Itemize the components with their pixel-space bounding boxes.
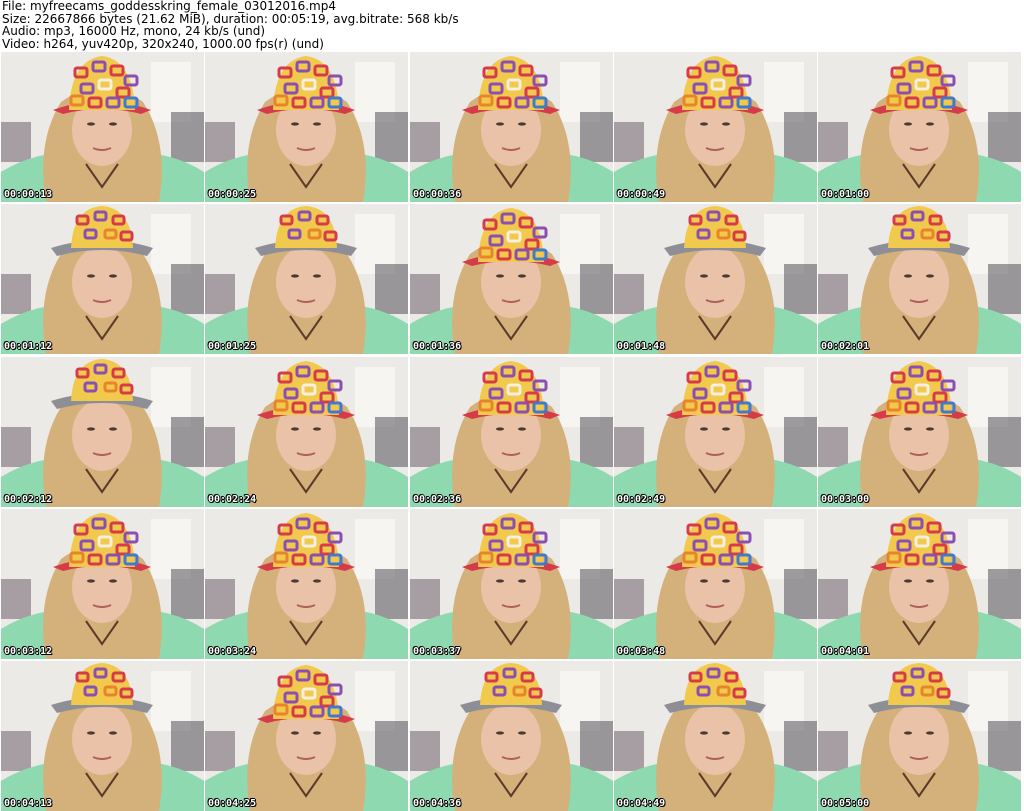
frame-image — [818, 661, 1021, 811]
thumbnail-timestamp: 00:01:25 — [208, 341, 257, 352]
thumbnail-timestamp: 00:03:37 — [413, 646, 462, 657]
frame-image — [818, 204, 1021, 354]
thumbnail-timestamp: 00:04:13 — [4, 798, 53, 809]
video-thumbnail: 00:02:12 — [1, 357, 204, 507]
thumbnail-grid: 00:00:13 00:00:25 00:00:36 00:00:49 00:01:00… — [0, 52, 1024, 811]
video-thumbnail: 00:04:49 — [614, 661, 817, 811]
video-thumbnail: 00:04:36 — [410, 661, 613, 811]
thumbnail-timestamp: 00:00:13 — [4, 189, 53, 200]
video-thumbnail: 00:04:01 — [818, 509, 1021, 659]
thumbnail-timestamp: 00:01:48 — [617, 341, 666, 352]
video-thumbnail: 00:02:49 — [614, 357, 817, 507]
frame-image — [410, 52, 613, 202]
video-thumbnail: 00:02:01 — [818, 204, 1021, 354]
info-header: File: myfreecams_goddesskring_female_030… — [0, 0, 1024, 52]
video-info: Video: h264, yuv420p, 320x240, 1000.00 f… — [2, 36, 324, 51]
thumbnail-timestamp: 00:02:49 — [617, 494, 666, 505]
file-info: File: myfreecams_goddesskring_female_030… — [2, 0, 337, 13]
frame-image — [205, 357, 408, 507]
frame-image — [410, 661, 613, 811]
video-thumbnail: 00:00:13 — [1, 52, 204, 202]
frame-image — [614, 52, 817, 202]
frame-image — [410, 509, 613, 659]
thumbnail-timestamp: 00:02:36 — [413, 494, 462, 505]
frame-image — [410, 357, 613, 507]
thumbnail-timestamp: 00:04:36 — [413, 798, 462, 809]
frame-image — [205, 52, 408, 202]
frame-image — [818, 52, 1021, 202]
frame-image — [818, 357, 1021, 507]
frame-image — [614, 357, 817, 507]
video-thumbnail: 00:01:00 — [818, 52, 1021, 202]
thumbnail-timestamp: 00:00:49 — [617, 189, 666, 200]
frame-image — [1, 661, 204, 811]
thumbnail-timestamp: 00:02:24 — [208, 494, 257, 505]
audio-info: Audio: mp3, 16000 Hz, mono, 24 kb/s (und… — [2, 24, 266, 39]
frame-image — [410, 204, 613, 354]
frame-image — [614, 661, 817, 811]
thumbnail-timestamp: 00:03:24 — [208, 646, 257, 657]
video-thumbnail: 00:05:00 — [818, 661, 1021, 811]
video-thumbnail: 00:00:25 — [205, 52, 408, 202]
video-thumbnail: 00:04:25 — [205, 661, 408, 811]
thumbnail-timestamp: 00:02:01 — [821, 341, 870, 352]
frame-image — [1, 509, 204, 659]
video-thumbnail: 00:02:24 — [205, 357, 408, 507]
video-thumbnail: 00:03:12 — [1, 509, 204, 659]
video-thumbnail: 00:01:48 — [614, 204, 817, 354]
video-thumbnail: 00:03:48 — [614, 509, 817, 659]
thumbnail-timestamp: 00:01:36 — [413, 341, 462, 352]
frame-image — [205, 661, 408, 811]
video-thumbnail: 00:01:12 — [1, 204, 204, 354]
video-thumbnail: 00:01:25 — [205, 204, 408, 354]
thumbnail-timestamp: 00:03:00 — [821, 494, 870, 505]
video-thumbnail: 00:00:49 — [614, 52, 817, 202]
thumbnail-timestamp: 00:04:49 — [617, 798, 666, 809]
video-thumbnail: 00:03:37 — [410, 509, 613, 659]
frame-image — [1, 357, 204, 507]
thumbnail-timestamp: 00:04:01 — [821, 646, 870, 657]
thumbnail-timestamp: 00:00:25 — [208, 189, 257, 200]
frame-image — [1, 52, 204, 202]
frame-image — [818, 509, 1021, 659]
video-thumbnail: 00:02:36 — [410, 357, 613, 507]
video-thumbnail: 00:01:36 — [410, 204, 613, 354]
thumbnail-timestamp: 00:01:12 — [4, 341, 53, 352]
frame-image — [614, 204, 817, 354]
video-thumbnail: 00:03:24 — [205, 509, 408, 659]
frame-image — [614, 509, 817, 659]
video-thumbnail: 00:00:36 — [410, 52, 613, 202]
video-thumbnail: 00:04:13 — [1, 661, 204, 811]
thumbnail-timestamp: 00:03:48 — [617, 646, 666, 657]
frame-image — [1, 204, 204, 354]
thumbnail-timestamp: 00:01:00 — [821, 189, 870, 200]
thumbnail-timestamp: 00:03:12 — [4, 646, 53, 657]
thumbnail-timestamp: 00:00:36 — [413, 189, 462, 200]
video-thumbnail: 00:03:00 — [818, 357, 1021, 507]
thumbnail-timestamp: 00:05:00 — [821, 798, 870, 809]
frame-image — [205, 509, 408, 659]
frame-image — [205, 204, 408, 354]
thumbnail-timestamp: 00:02:12 — [4, 494, 53, 505]
thumbnail-timestamp: 00:04:25 — [208, 798, 257, 809]
